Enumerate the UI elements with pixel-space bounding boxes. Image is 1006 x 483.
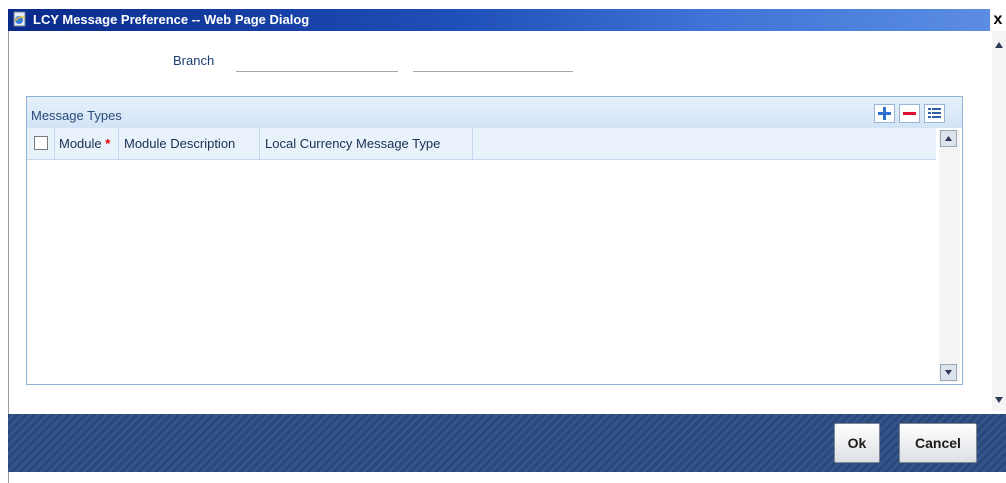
delete-row-button[interactable] [899,104,920,123]
branch-code-field[interactable] [236,71,398,72]
single-view-icon [928,108,941,118]
dialog-footer: Ok Cancel [8,414,1006,472]
ie-page-icon [12,11,28,27]
single-view-button[interactable] [924,104,945,123]
required-marker: * [105,136,111,151]
column-module-description[interactable]: Module Description [119,128,260,159]
window-titlebar: LCY Message Preference -- Web Page Dialo… [8,9,1006,31]
column-local-currency-message-type-label: Local Currency Message Type [265,136,441,151]
scroll-up-button[interactable] [940,130,957,147]
arrow-down-icon [995,397,1003,403]
select-all-checkbox[interactable] [34,136,48,150]
close-icon: x [993,11,1003,28]
grid-title: Message Types [31,108,122,123]
column-module[interactable]: Module * [55,128,119,159]
window-vertical-scrollbar[interactable] [992,31,1006,411]
grid-column-header-row: Module * Module Description Local Curren… [27,128,936,160]
scroll-down-button[interactable] [940,364,957,381]
message-types-grid: Message Types Module * Module Descriptio… [26,96,963,385]
add-row-icon [878,107,891,120]
delete-row-icon [903,112,916,115]
close-button[interactable]: x [990,9,1006,31]
window-scroll-down-button[interactable] [992,393,1006,407]
window-title: LCY Message Preference -- Web Page Dialo… [33,12,310,27]
select-all-cell [27,128,55,159]
arrow-up-icon [995,42,1003,48]
grid-header: Message Types [27,97,962,128]
column-local-currency-message-type[interactable]: Local Currency Message Type [260,128,473,159]
grid-vertical-scrollbar[interactable] [939,130,960,382]
cancel-button[interactable]: Cancel [899,423,977,463]
arrow-down-icon [945,370,952,375]
column-module-label: Module [59,136,102,151]
arrow-up-icon [945,136,952,141]
add-row-button[interactable] [874,104,895,123]
ok-button[interactable]: Ok [834,423,880,463]
column-module-description-label: Module Description [124,136,236,151]
branch-name-field[interactable] [413,71,573,72]
branch-label: Branch [173,53,215,68]
window-scroll-up-button[interactable] [992,38,1006,52]
